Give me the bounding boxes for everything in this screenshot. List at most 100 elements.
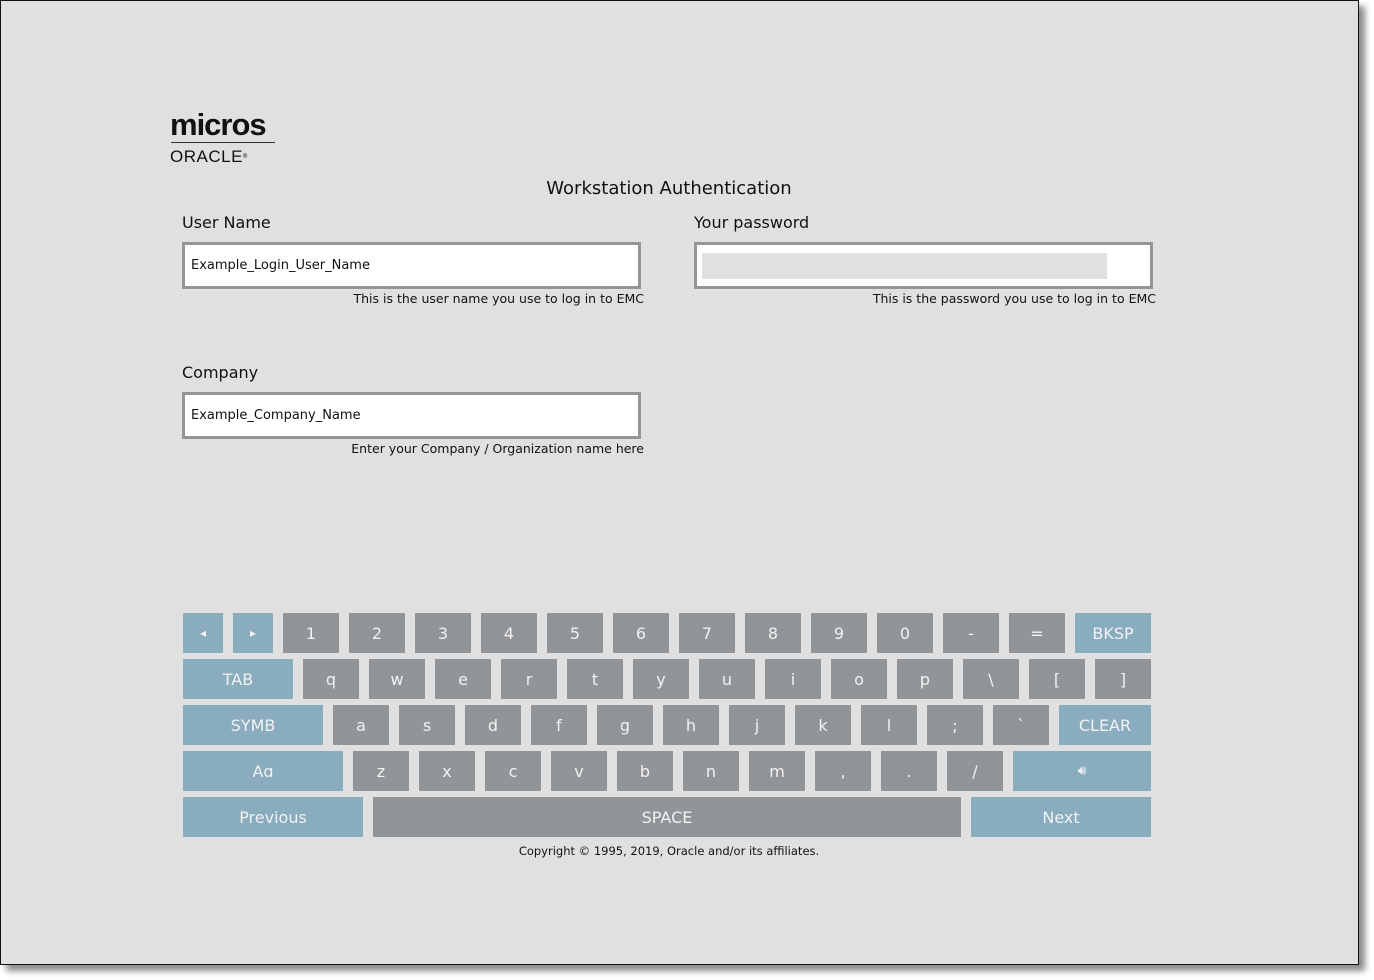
case-toggle-key[interactable]: Aɑ xyxy=(183,751,343,791)
key-clear[interactable]: CLEAR xyxy=(1059,705,1151,745)
key-label: - xyxy=(968,623,974,643)
key-backslash[interactable]: \ xyxy=(963,659,1019,699)
key-minus[interactable]: - xyxy=(943,613,999,653)
key-label: TAB xyxy=(222,669,254,689)
key-label: a xyxy=(356,715,366,735)
key-label: p xyxy=(919,669,931,689)
arrow-right-key[interactable]: ▸ xyxy=(233,613,273,653)
key-s[interactable]: s xyxy=(399,705,455,745)
key-label: Previous xyxy=(239,807,307,827)
username-label: User Name xyxy=(182,213,271,232)
key-h[interactable]: h xyxy=(663,705,719,745)
key-l[interactable]: l xyxy=(861,705,917,745)
key-label: 2 xyxy=(371,623,383,643)
key-label: z xyxy=(376,761,386,781)
key-label: d xyxy=(487,715,499,735)
key-label: b xyxy=(639,761,651,781)
key-m[interactable]: m xyxy=(749,751,805,791)
key-label: n xyxy=(705,761,717,781)
key-3[interactable]: 3 xyxy=(415,613,471,653)
key-7[interactable]: 7 xyxy=(679,613,735,653)
key-previous[interactable]: Previous xyxy=(183,797,363,837)
key-5[interactable]: 5 xyxy=(547,613,603,653)
company-input[interactable] xyxy=(185,395,631,436)
key-symb[interactable]: SYMB xyxy=(183,705,323,745)
key-2[interactable]: 2 xyxy=(349,613,405,653)
key-i[interactable]: i xyxy=(765,659,821,699)
key-v[interactable]: v xyxy=(551,751,607,791)
key-label: 9 xyxy=(833,623,845,643)
key-label: ] xyxy=(1119,669,1127,689)
key-w[interactable]: w xyxy=(369,659,425,699)
key-n[interactable]: n xyxy=(683,751,739,791)
username-hint: This is the user name you use to log in … xyxy=(353,291,644,306)
arrow-left-key[interactable]: ◂ xyxy=(183,613,223,653)
key-label: m xyxy=(769,761,785,781)
key-label: 6 xyxy=(635,623,647,643)
key-space[interactable]: SPACE xyxy=(373,797,961,837)
key-label: h xyxy=(685,715,697,735)
key-equals[interactable]: = xyxy=(1009,613,1065,653)
key-label: ` xyxy=(1017,715,1025,735)
copyright-text: Copyright © 1995, 2019, Oracle and/or it… xyxy=(518,844,820,858)
key-label: = xyxy=(1030,623,1044,643)
key-r[interactable]: r xyxy=(501,659,557,699)
app-window: micros ORACLE® Workstation Authenticatio… xyxy=(0,0,1359,965)
key-0[interactable]: 0 xyxy=(877,613,933,653)
key-k[interactable]: k xyxy=(795,705,851,745)
key-label: t xyxy=(591,669,599,689)
key-bksp[interactable]: BKSP xyxy=(1075,613,1151,653)
password-hint: This is the password you use to log in t… xyxy=(872,291,1156,306)
key-label: e xyxy=(458,669,468,689)
key-label: j xyxy=(754,715,760,735)
key-backtick[interactable]: ` xyxy=(993,705,1049,745)
key-label: . xyxy=(906,761,912,781)
key-label: 0 xyxy=(899,623,911,643)
username-field-box xyxy=(182,242,641,289)
key-g[interactable]: g xyxy=(597,705,653,745)
speaker-key[interactable]: 🔊︎ xyxy=(1013,751,1151,791)
key-e[interactable]: e xyxy=(435,659,491,699)
key-next[interactable]: Next xyxy=(971,797,1151,837)
key-f[interactable]: f xyxy=(531,705,587,745)
key-slash[interactable]: / xyxy=(947,751,1003,791)
key-1[interactable]: 1 xyxy=(283,613,339,653)
key-label: SYMB xyxy=(230,715,276,735)
key-j[interactable]: j xyxy=(729,705,785,745)
key-o[interactable]: o xyxy=(831,659,887,699)
username-input[interactable] xyxy=(185,245,631,286)
key-4[interactable]: 4 xyxy=(481,613,537,653)
case-toggle-icon: Aɑ xyxy=(252,761,274,781)
key-right-bracket[interactable]: ] xyxy=(1095,659,1151,699)
key-c[interactable]: c xyxy=(485,751,541,791)
key-6[interactable]: 6 xyxy=(613,613,669,653)
key-y[interactable]: y xyxy=(633,659,689,699)
oracle-logo-text: ORACLE xyxy=(170,147,243,166)
key-a[interactable]: a xyxy=(333,705,389,745)
key-tab[interactable]: TAB xyxy=(183,659,293,699)
key-label: w xyxy=(390,669,404,689)
key-left-bracket[interactable]: [ xyxy=(1029,659,1085,699)
key-label: SPACE xyxy=(641,807,693,827)
key-b[interactable]: b xyxy=(617,751,673,791)
key-comma[interactable]: , xyxy=(815,751,871,791)
company-field-box xyxy=(182,392,641,439)
key-label: u xyxy=(721,669,733,689)
key-period[interactable]: . xyxy=(881,751,937,791)
key-label: \ xyxy=(988,669,994,689)
key-p[interactable]: p xyxy=(897,659,953,699)
key-u[interactable]: u xyxy=(699,659,755,699)
key-8[interactable]: 8 xyxy=(745,613,801,653)
key-x[interactable]: x xyxy=(419,751,475,791)
key-9[interactable]: 9 xyxy=(811,613,867,653)
key-d[interactable]: d xyxy=(465,705,521,745)
key-z[interactable]: z xyxy=(353,751,409,791)
key-label: q xyxy=(325,669,337,689)
key-t[interactable]: t xyxy=(567,659,623,699)
password-input[interactable] xyxy=(697,245,1143,286)
password-label: Your password xyxy=(694,213,810,232)
page-title: Workstation Authentication xyxy=(546,178,792,199)
key-q[interactable]: q xyxy=(303,659,359,699)
key-semicolon[interactable]: ; xyxy=(927,705,983,745)
key-label: [ xyxy=(1053,669,1061,689)
